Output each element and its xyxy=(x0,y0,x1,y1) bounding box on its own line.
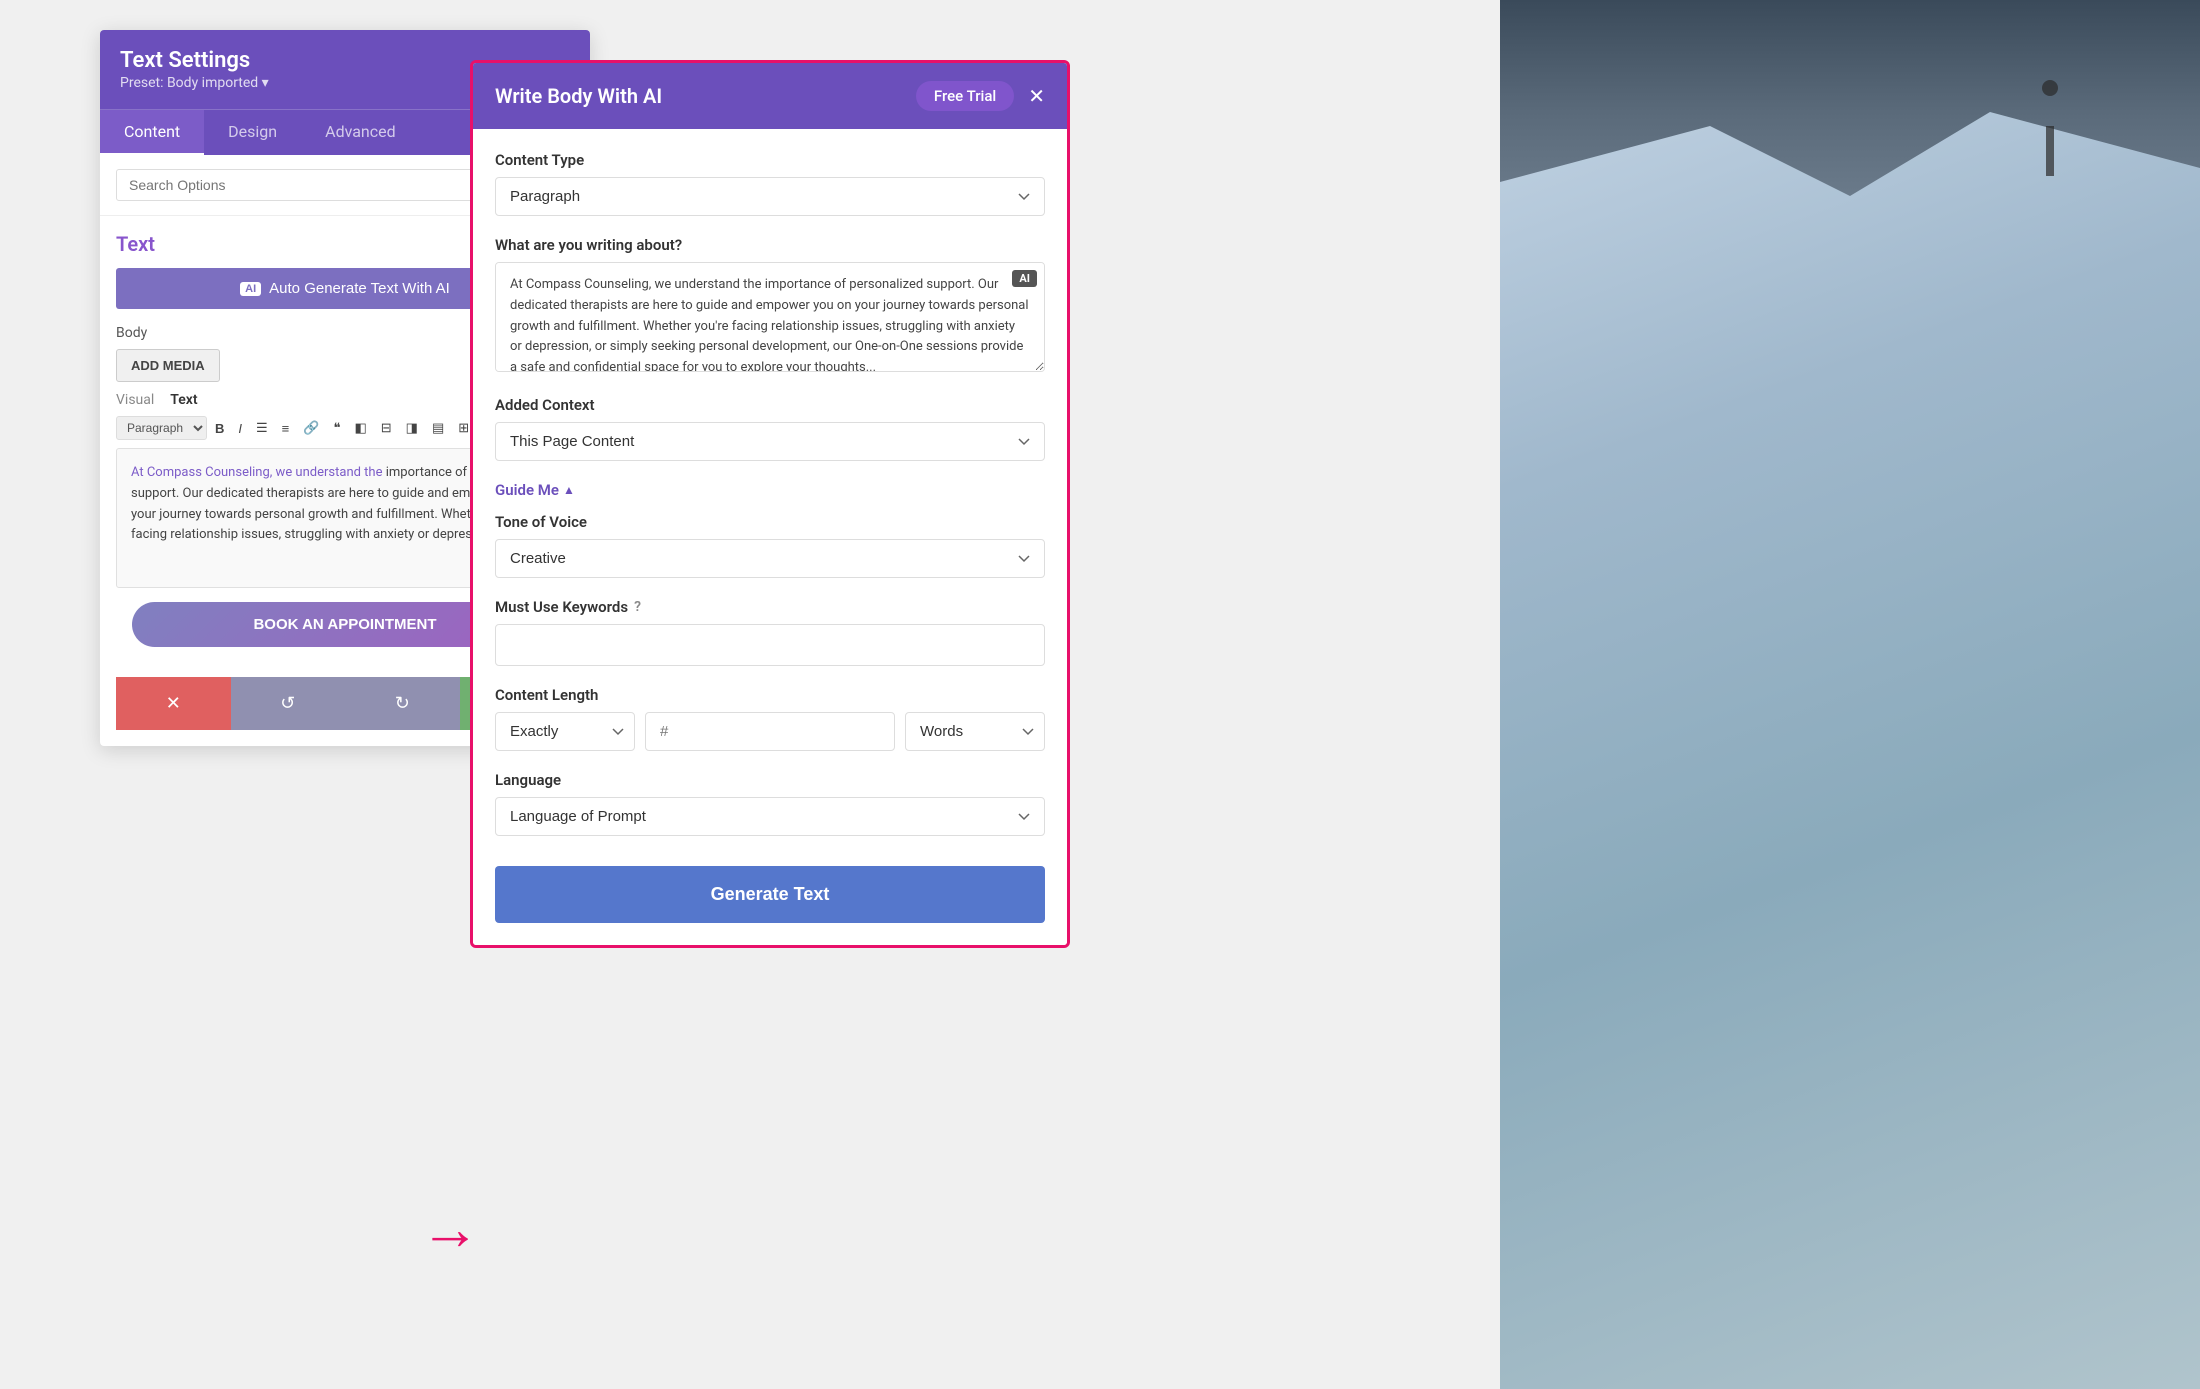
guide-me-link[interactable]: Guide Me ▲ xyxy=(495,481,1045,499)
tone-of-voice-label: Tone of Voice xyxy=(495,513,1045,531)
content-length-words-select[interactable]: Words xyxy=(905,712,1045,751)
keywords-field: Must Use Keywords ? xyxy=(495,598,1045,666)
italic-btn[interactable]: I xyxy=(232,418,248,439)
content-length-number-input[interactable] xyxy=(645,712,895,751)
writing-about-field: What are you writing about? At Compass C… xyxy=(495,236,1045,376)
add-media-button[interactable]: ADD MEDIA xyxy=(116,349,220,382)
textarea-wrapper: At Compass Counseling, we understand the… xyxy=(495,262,1045,376)
link-btn[interactable]: 🔗 xyxy=(297,417,325,439)
help-icon[interactable]: ? xyxy=(634,599,641,615)
modal-header: Write Body With AI Free Trial ✕ xyxy=(473,63,1067,129)
ai-generate-label: Auto Generate Text With AI xyxy=(269,280,450,297)
modal-overlay: Write Body With AI Free Trial ✕ Content … xyxy=(470,60,1070,948)
list-ordered-btn[interactable]: ≡ xyxy=(276,418,296,439)
align-left-btn[interactable]: ◧ xyxy=(348,417,372,439)
arrow-indicator: → xyxy=(420,1199,480,1259)
align-right-btn[interactable]: ◨ xyxy=(400,417,424,439)
modal-header-right: Free Trial ✕ xyxy=(916,81,1045,111)
bg-person xyxy=(2020,80,2080,200)
keywords-input[interactable] xyxy=(495,624,1045,666)
added-context-label: Added Context xyxy=(495,396,1045,414)
modal-close-button[interactable]: ✕ xyxy=(1028,84,1045,109)
tab-text[interactable]: Text xyxy=(170,392,197,408)
content-type-label: Content Type xyxy=(495,151,1045,169)
align-justify-btn[interactable]: ▤ xyxy=(426,417,450,439)
quote-btn[interactable]: ❝ xyxy=(327,417,346,439)
writing-about-textarea[interactable]: At Compass Counseling, we understand the… xyxy=(495,262,1045,372)
align-center-btn[interactable]: ⊟ xyxy=(375,417,398,439)
content-length-exactly-select[interactable]: Exactly xyxy=(495,712,635,751)
free-trial-badge[interactable]: Free Trial xyxy=(916,81,1014,111)
content-length-row: Exactly Words xyxy=(495,712,1045,751)
added-context-field: Added Context This Page Content xyxy=(495,396,1045,461)
search-input[interactable] xyxy=(116,169,486,201)
guide-me-label: Guide Me xyxy=(495,481,559,499)
bg-mountain xyxy=(1500,0,2200,280)
generate-text-button[interactable]: Generate Text xyxy=(495,866,1045,923)
text-section-title: Text xyxy=(116,232,155,256)
content-type-select[interactable]: Paragraph xyxy=(495,177,1045,216)
modal-border: Write Body With AI Free Trial ✕ Content … xyxy=(470,60,1070,948)
ai-badge: AI xyxy=(1012,270,1037,287)
writing-about-label: What are you writing about? xyxy=(495,236,1045,254)
tab-visual[interactable]: Visual xyxy=(116,392,154,408)
redo-button[interactable]: ↻ xyxy=(345,677,460,730)
content-length-field: Content Length Exactly Words xyxy=(495,686,1045,751)
modal-title: Write Body With AI xyxy=(495,84,662,108)
panel-title: Text Settings xyxy=(120,48,269,73)
tone-of-voice-select[interactable]: Creative xyxy=(495,539,1045,578)
language-select[interactable]: Language of Prompt xyxy=(495,797,1045,836)
language-label: Language xyxy=(495,771,1045,789)
tone-of-voice-field: Tone of Voice Creative xyxy=(495,513,1045,578)
guide-arrow-icon: ▲ xyxy=(563,483,575,497)
paragraph-select[interactable]: Paragraph xyxy=(116,416,207,440)
tab-design[interactable]: Design xyxy=(204,110,301,155)
undo-button[interactable]: ↺ xyxy=(231,677,346,730)
keywords-label: Must Use Keywords ? xyxy=(495,598,1045,616)
tab-content[interactable]: Content xyxy=(100,110,204,155)
content-length-label: Content Length xyxy=(495,686,1045,704)
added-context-select[interactable]: This Page Content xyxy=(495,422,1045,461)
modal-body: Content Type Paragraph What are you writ… xyxy=(473,129,1067,945)
panel-subtitle: Preset: Body imported ▾ xyxy=(120,75,269,91)
bg-right xyxy=(1500,0,2200,1389)
list-unordered-btn[interactable]: ☰ xyxy=(250,417,274,439)
ai-modal: Write Body With AI Free Trial ✕ Content … xyxy=(473,63,1067,945)
tab-advanced[interactable]: Advanced xyxy=(301,110,420,155)
bold-btn[interactable]: B xyxy=(209,418,230,439)
panel-header-info: Text Settings Preset: Body imported ▾ xyxy=(120,48,269,91)
arrow-icon: → xyxy=(420,1199,480,1259)
highlight-text: At Compass Counseling, we understand the xyxy=(131,465,386,480)
cancel-button[interactable]: ✕ xyxy=(116,677,231,730)
ai-icon: AI xyxy=(240,282,261,296)
content-type-field: Content Type Paragraph xyxy=(495,151,1045,216)
language-field: Language Language of Prompt xyxy=(495,771,1045,836)
